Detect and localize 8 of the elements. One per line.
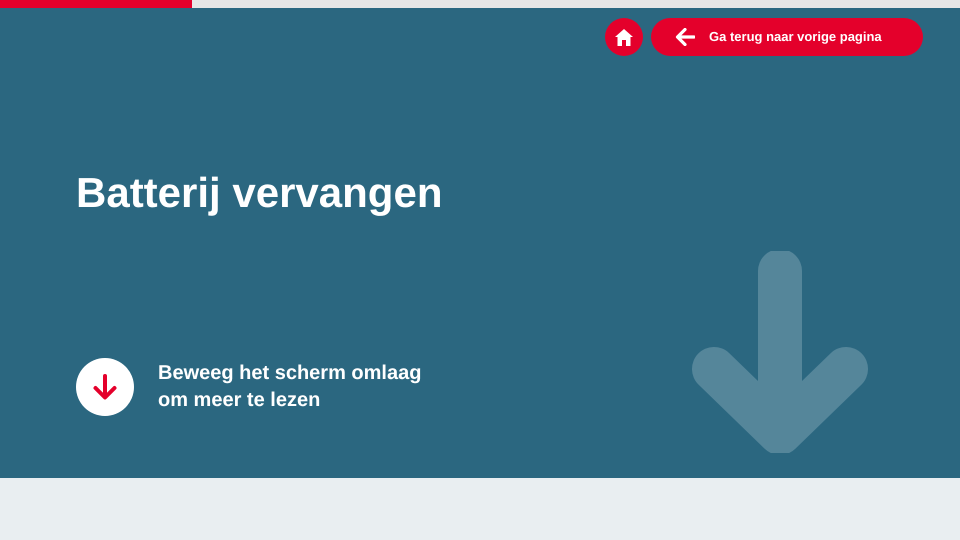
home-button[interactable] [605, 18, 643, 56]
back-button[interactable]: Ga terug naar vorige pagina [651, 18, 923, 56]
down-arrow-icon [93, 374, 117, 400]
down-arrow-icon [692, 251, 868, 453]
scroll-hint: Beweeg het scherm omlaag om meer te lezen [158, 361, 422, 414]
home-icon [615, 28, 633, 46]
back-arrow-icon [675, 28, 695, 46]
page-title: Batterij vervangen [76, 168, 444, 218]
